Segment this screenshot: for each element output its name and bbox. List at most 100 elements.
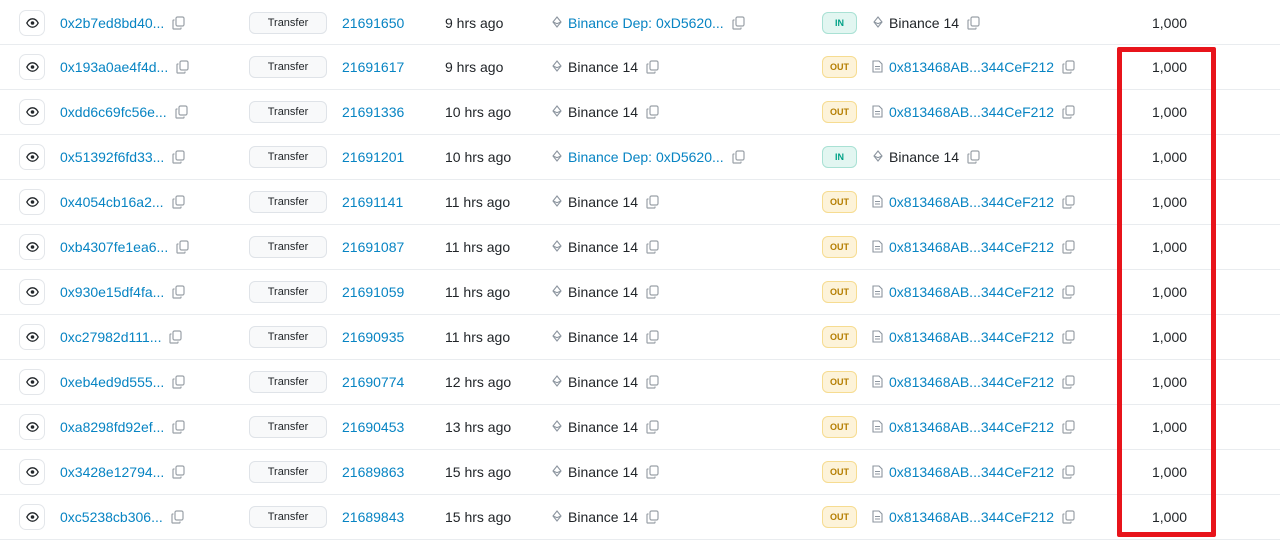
- to-address[interactable]: 0x813468AB...344CeF212: [889, 374, 1054, 390]
- block-link[interactable]: 21690774: [342, 374, 404, 390]
- copy-icon[interactable]: [172, 420, 185, 434]
- from-cell: Binance 14: [551, 239, 659, 255]
- block-link[interactable]: 21691141: [342, 194, 403, 210]
- txn-hash-link[interactable]: 0xa8298fd92ef...: [60, 419, 164, 435]
- direction-badge: OUT: [822, 56, 857, 78]
- to-cell: 0x813468AB...344CeF212: [872, 329, 1075, 345]
- copy-icon[interactable]: [171, 510, 184, 524]
- copy-icon[interactable]: [967, 16, 980, 30]
- to-address[interactable]: 0x813468AB...344CeF212: [889, 59, 1054, 75]
- copy-icon[interactable]: [646, 375, 659, 389]
- txn-hash-link[interactable]: 0xc5238cb306...: [60, 509, 163, 525]
- eye-icon: [25, 467, 39, 477]
- txn-hash-link[interactable]: 0x51392f6fd33...: [60, 149, 164, 165]
- txn-hash-link[interactable]: 0xb4307fe1ea6...: [60, 239, 168, 255]
- copy-icon[interactable]: [176, 240, 189, 254]
- to-address[interactable]: 0x813468AB...344CeF212: [889, 239, 1054, 255]
- to-address[interactable]: 0x813468AB...344CeF212: [889, 509, 1054, 525]
- view-details-button[interactable]: [19, 10, 45, 36]
- to-address[interactable]: 0x813468AB...344CeF212: [889, 284, 1054, 300]
- copy-icon[interactable]: [175, 105, 188, 119]
- view-details-button[interactable]: [19, 234, 45, 260]
- copy-icon[interactable]: [1062, 465, 1075, 479]
- copy-icon[interactable]: [646, 240, 659, 254]
- copy-icon[interactable]: [172, 285, 185, 299]
- copy-icon[interactable]: [172, 16, 185, 30]
- copy-icon[interactable]: [646, 465, 659, 479]
- copy-icon[interactable]: [176, 60, 189, 74]
- to-address[interactable]: 0x813468AB...344CeF212: [889, 464, 1054, 480]
- view-details-button[interactable]: [19, 459, 45, 485]
- block-link[interactable]: 21691617: [342, 59, 404, 75]
- age-text: 15 hrs ago: [445, 509, 512, 525]
- method-badge: Transfer: [249, 461, 327, 483]
- to-address[interactable]: 0x813468AB...344CeF212: [889, 419, 1054, 435]
- txn-hash-link[interactable]: 0xc27982d111...: [60, 329, 161, 345]
- block-link[interactable]: 21690935: [342, 329, 404, 345]
- to-address[interactable]: 0x813468AB...344CeF212: [889, 329, 1054, 345]
- direction-badge: IN: [822, 12, 857, 34]
- copy-icon[interactable]: [171, 195, 185, 209]
- txn-hash-link[interactable]: 0x930e15df4fa...: [60, 284, 164, 300]
- txn-hash-link[interactable]: 0x2b7ed8bd40...: [60, 15, 164, 31]
- method-badge: Transfer: [249, 101, 327, 123]
- txn-hash-link[interactable]: 0xdd6c69fc56e...: [60, 104, 167, 120]
- copy-icon[interactable]: [172, 465, 185, 479]
- copy-icon[interactable]: [646, 510, 659, 524]
- txn-hash-link[interactable]: 0x3428e12794...: [60, 464, 164, 480]
- from-address[interactable]: Binance Dep: 0xD5620...: [568, 15, 724, 31]
- copy-icon[interactable]: [646, 105, 659, 119]
- copy-icon[interactable]: [172, 150, 185, 164]
- copy-icon[interactable]: [732, 150, 745, 164]
- block-link[interactable]: 21691087: [342, 239, 404, 255]
- block-link[interactable]: 21691336: [342, 104, 404, 120]
- copy-icon[interactable]: [172, 375, 185, 389]
- block-link[interactable]: 21689863: [342, 464, 404, 480]
- copy-icon[interactable]: [1062, 285, 1075, 299]
- copy-icon[interactable]: [1062, 510, 1075, 524]
- block-link[interactable]: 21689843: [342, 509, 404, 525]
- to-address[interactable]: 0x813468AB...344CeF212: [889, 194, 1054, 210]
- view-details-button[interactable]: [19, 54, 45, 80]
- copy-icon[interactable]: [967, 150, 980, 164]
- copy-icon[interactable]: [1062, 420, 1075, 434]
- txn-hash-link[interactable]: 0x193a0ae4f4d...: [60, 59, 168, 75]
- copy-icon[interactable]: [1062, 375, 1075, 389]
- block-link[interactable]: 21690453: [342, 419, 404, 435]
- copy-icon[interactable]: [646, 420, 659, 434]
- view-details-button[interactable]: [19, 144, 45, 170]
- copy-icon[interactable]: [1062, 330, 1075, 344]
- copy-icon[interactable]: [732, 16, 745, 30]
- method-badge: Transfer: [249, 506, 327, 528]
- copy-icon[interactable]: [169, 330, 183, 344]
- from-address[interactable]: Binance Dep: 0xD5620...: [568, 149, 724, 165]
- view-details-button[interactable]: [19, 369, 45, 395]
- view-details-button[interactable]: [19, 414, 45, 440]
- to-cell: Binance 14: [872, 15, 980, 31]
- view-details-button[interactable]: [19, 279, 45, 305]
- eye-icon: [25, 197, 39, 207]
- block-link[interactable]: 21691650: [342, 15, 404, 31]
- copy-icon[interactable]: [1062, 60, 1075, 74]
- view-details-button[interactable]: [19, 99, 45, 125]
- copy-icon[interactable]: [1062, 240, 1075, 254]
- table-row: 0xa8298fd92ef... Transfer 21690453 13 hrs a…: [0, 405, 1280, 450]
- txn-hash-link[interactable]: 0x4054cb16a2...: [60, 194, 164, 210]
- view-details-button[interactable]: [19, 504, 45, 530]
- copy-icon[interactable]: [646, 330, 659, 344]
- copy-icon[interactable]: [646, 285, 659, 299]
- copy-icon[interactable]: [1062, 105, 1075, 119]
- view-details-button[interactable]: [19, 324, 45, 350]
- copy-icon[interactable]: [646, 195, 659, 209]
- view-details-button[interactable]: [19, 189, 45, 215]
- txn-hash-cell: 0xeb4ed9d555...: [60, 374, 185, 390]
- from-address: Binance 14: [568, 104, 639, 120]
- block-link[interactable]: 21691059: [342, 284, 404, 300]
- txn-hash-link[interactable]: 0xeb4ed9d555...: [60, 374, 164, 390]
- block-link[interactable]: 21691201: [342, 149, 404, 165]
- copy-icon[interactable]: [1062, 195, 1075, 209]
- to-cell: 0x813468AB...344CeF212: [872, 419, 1075, 435]
- to-address[interactable]: 0x813468AB...344CeF212: [889, 104, 1054, 120]
- txn-hash-cell: 0xb4307fe1ea6...: [60, 239, 189, 255]
- copy-icon[interactable]: [646, 60, 659, 74]
